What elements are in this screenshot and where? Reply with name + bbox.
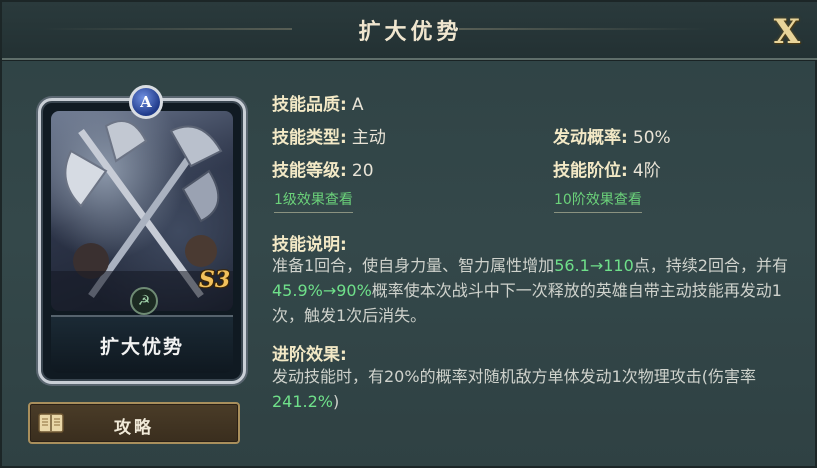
skill-type-label: 技能类型: <box>272 128 347 148</box>
tier10-effect-link[interactable]: 10阶效果查看 <box>554 189 642 213</box>
skill-type-value: 主动 <box>351 128 386 148</box>
skill-quality-label: 技能品质: <box>272 95 347 115</box>
guide-button[interactable]: 攻略 <box>28 402 240 444</box>
skill-quality-value: A <box>351 95 364 115</box>
grade-gem: A <box>129 85 163 119</box>
advanced-effect-heading: 进阶效果: <box>272 345 347 365</box>
skill-tier-value: 4阶 <box>632 161 661 181</box>
advanced-highlight-value: 241.2% <box>272 392 334 411</box>
card-name-plate: 扩大优势 <box>51 315 233 373</box>
skill-tier-label: 技能阶位: <box>553 161 628 181</box>
skill-level-label: 技能等级: <box>272 161 347 181</box>
advanced-text-part: 发动技能时，有20%的概率对随机敌方单体发动1次物理攻击(伤害率 <box>272 367 756 386</box>
guide-button-label: 攻略 <box>114 418 154 438</box>
level1-effect-link[interactable]: 1级效果查看 <box>274 189 353 213</box>
skill-detail-panel: 扩大优势 X A S3 ☭ 扩大优势 攻略 技能品质: A 技能类型: 主动 发… <box>0 0 817 468</box>
card-name: 扩大优势 <box>99 335 184 358</box>
description-text-part: 准备1回合，使自身力量、智力属性增加 <box>272 256 555 275</box>
description-heading: 技能说明: <box>272 235 347 255</box>
skill-level-value: 20 <box>351 161 374 181</box>
description-highlight-value: 45.9%→90% <box>272 281 372 300</box>
season-badge: S3 <box>199 267 231 293</box>
skill-card: A S3 ☭ 扩大优势 <box>38 85 246 384</box>
description-text: 准备1回合，使自身力量、智力属性增加56.1→110点，持续2回合，并有 45.9… <box>272 253 792 328</box>
sickle-icon: ☭ <box>130 287 158 315</box>
close-button[interactable]: X <box>767 12 807 52</box>
panel-header: 扩大优势 X <box>2 2 817 60</box>
description-text-part: 点，持续2回合，并有 <box>633 256 788 275</box>
skill-level-row: 技能等级: 20 <box>272 156 374 181</box>
trigger-chance-label: 发动概率: <box>553 128 628 148</box>
advanced-text-part: ) <box>333 392 340 411</box>
advanced-effect-text: 发动技能时，有20%的概率对随机敌方单体发动1次物理攻击(伤害率 241.2%) <box>272 364 792 414</box>
trigger-chance-value: 50% <box>632 128 671 148</box>
skill-type-row: 技能类型: 主动 <box>272 123 386 148</box>
skill-quality-row: 技能品质: A <box>272 90 364 115</box>
description-highlight-value: 56.1→110 <box>554 256 634 275</box>
trigger-chance-row: 发动概率: 50% <box>553 123 671 148</box>
skill-tier-row: 技能阶位: 4阶 <box>553 156 661 181</box>
panel-title: 扩大优势 <box>358 20 463 45</box>
